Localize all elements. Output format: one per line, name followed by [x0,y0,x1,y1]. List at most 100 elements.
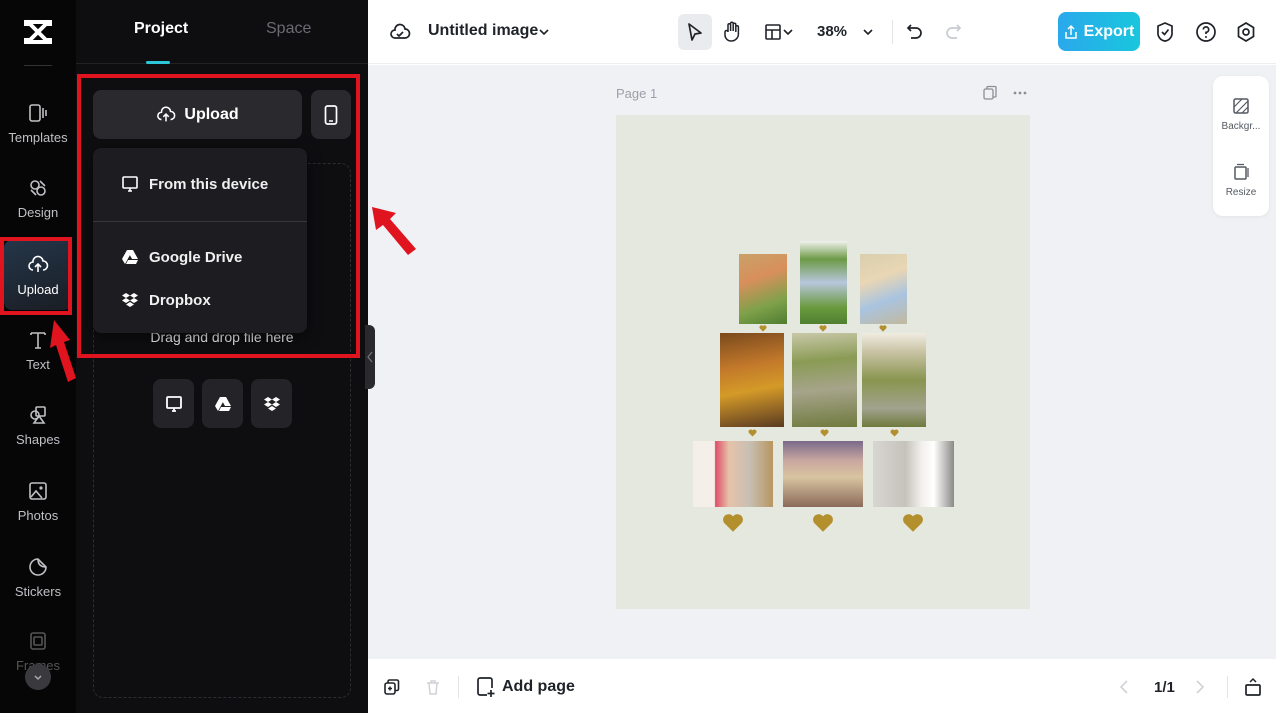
redo-button[interactable] [942,20,964,44]
rail-more-button[interactable] [25,664,51,690]
cloud-sync-icon [390,23,411,39]
dropbox-icon [263,396,280,411]
monitor-icon [122,176,138,192]
collage-photo[interactable] [720,333,784,427]
help-button[interactable] [1194,20,1218,44]
hand-tool-button[interactable] [720,18,744,46]
google-drive-icon [122,250,138,264]
menu-item-google-drive[interactable]: Google Drive [93,239,307,275]
canvas-side-tools: Backgr... Resize [1213,76,1269,216]
prev-page-button[interactable] [1116,677,1132,697]
page-more-button[interactable] [1010,83,1030,103]
collage-photo[interactable] [693,441,773,507]
undo-icon [906,24,922,39]
phone-icon [324,104,338,125]
rail-item-label: Stickers [14,583,62,599]
rail-item-label: Upload [17,281,59,297]
settings-button[interactable] [1234,20,1258,44]
redo-icon [946,24,962,39]
undo-button[interactable] [904,20,926,44]
upload-cloud-icon [157,105,176,121]
menu-item-dropbox[interactable]: Dropbox [93,282,307,318]
collage-photo[interactable] [862,333,926,427]
duplicate-page-button[interactable] [382,677,402,697]
source-dropbox-button[interactable] [251,379,292,428]
text-icon [30,331,46,349]
stickers-icon [29,557,47,576]
collage-photo[interactable] [860,254,907,324]
collage-photo[interactable] [800,241,847,324]
collapse-panel-handle[interactable] [365,325,375,389]
menu-divider [93,221,307,222]
toolbar-divider [458,676,459,698]
menu-item-label: From this device [149,175,269,193]
export-label: Export [1083,22,1135,40]
duplicate-page-button[interactable] [980,83,1000,103]
rail-item-photos[interactable]: Photos [4,466,72,536]
trash-icon [427,680,439,695]
photos-icon [29,481,47,500]
capcut-logo-icon[interactable] [22,16,54,48]
collage-photo[interactable] [873,441,954,507]
collage-photo[interactable] [739,254,787,324]
expand-pages-button[interactable] [1242,675,1264,699]
shapes-icon [30,405,46,424]
duplicate-add-icon [384,679,400,695]
title-menu-button[interactable] [536,22,552,42]
zoom-menu-button[interactable] [860,22,876,42]
rail-item-design[interactable]: Design [4,163,72,233]
menu-item-label: Dropbox [149,291,211,309]
rail-item-templates[interactable]: Templates [4,88,72,158]
cloud-sync-button[interactable] [388,20,412,44]
top-toolbar: Untitled image 38% Export [368,0,1276,64]
rail-item-label: Photos [17,507,59,523]
menu-item-from-device[interactable]: From this device [93,166,307,202]
left-rail: Templates Design Upload Text Shapes Phot… [0,0,76,713]
rail-divider [24,65,52,66]
next-page-button[interactable] [1192,677,1208,697]
design-page[interactable] [616,115,1030,609]
security-button[interactable] [1153,20,1177,44]
chevron-down-icon [863,29,873,36]
heart-icon [903,514,923,532]
tab-space[interactable]: Space [266,20,311,38]
select-tool-button[interactable] [678,14,712,50]
panel-tabs: Project Space [76,0,368,64]
rail-item-stickers[interactable]: Stickers [4,542,72,612]
layout-menu-button[interactable] [760,20,798,44]
rail-item-upload[interactable]: Upload [4,240,72,310]
more-horizontal-icon [1013,91,1027,95]
source-device-button[interactable] [153,379,194,428]
export-button[interactable]: Export [1058,12,1140,51]
heart-icon [890,429,899,437]
zoom-level[interactable]: 38% [817,23,847,40]
toolbar-divider [1227,676,1228,698]
source-google-drive-button[interactable] [202,379,243,428]
chevron-down-icon [783,29,793,36]
resize-tool[interactable]: Resize [1213,150,1269,210]
heart-icon [748,429,757,437]
rail-item-shapes[interactable]: Shapes [4,390,72,460]
collage-photo[interactable] [792,333,857,427]
chevron-left-icon [367,351,373,363]
document-title[interactable]: Untitled image [428,22,538,40]
upload-button[interactable]: Upload [93,90,302,139]
rail-item-label: Shapes [15,431,61,447]
upload-source-menu: From this device Google Drive Dropbox [93,148,307,333]
upload-cloud-icon [28,255,49,272]
frames-icon [30,631,46,650]
rail-item-text[interactable]: Text [4,315,72,385]
heart-icon [723,514,743,532]
templates-icon [29,103,47,122]
tab-project[interactable]: Project [134,20,188,38]
help-icon [1196,22,1216,42]
background-tool[interactable]: Backgr... [1213,84,1269,144]
pointer-icon [688,23,702,41]
collage-photo[interactable] [783,441,863,507]
upload-from-phone-button[interactable] [311,90,351,139]
canvas-area: Page 1 Backgr... Resize [368,65,1276,659]
delete-page-button[interactable] [423,677,443,697]
add-page-button[interactable]: Add page [476,676,575,698]
chevron-left-icon [1119,680,1128,694]
heart-icon [820,429,829,437]
